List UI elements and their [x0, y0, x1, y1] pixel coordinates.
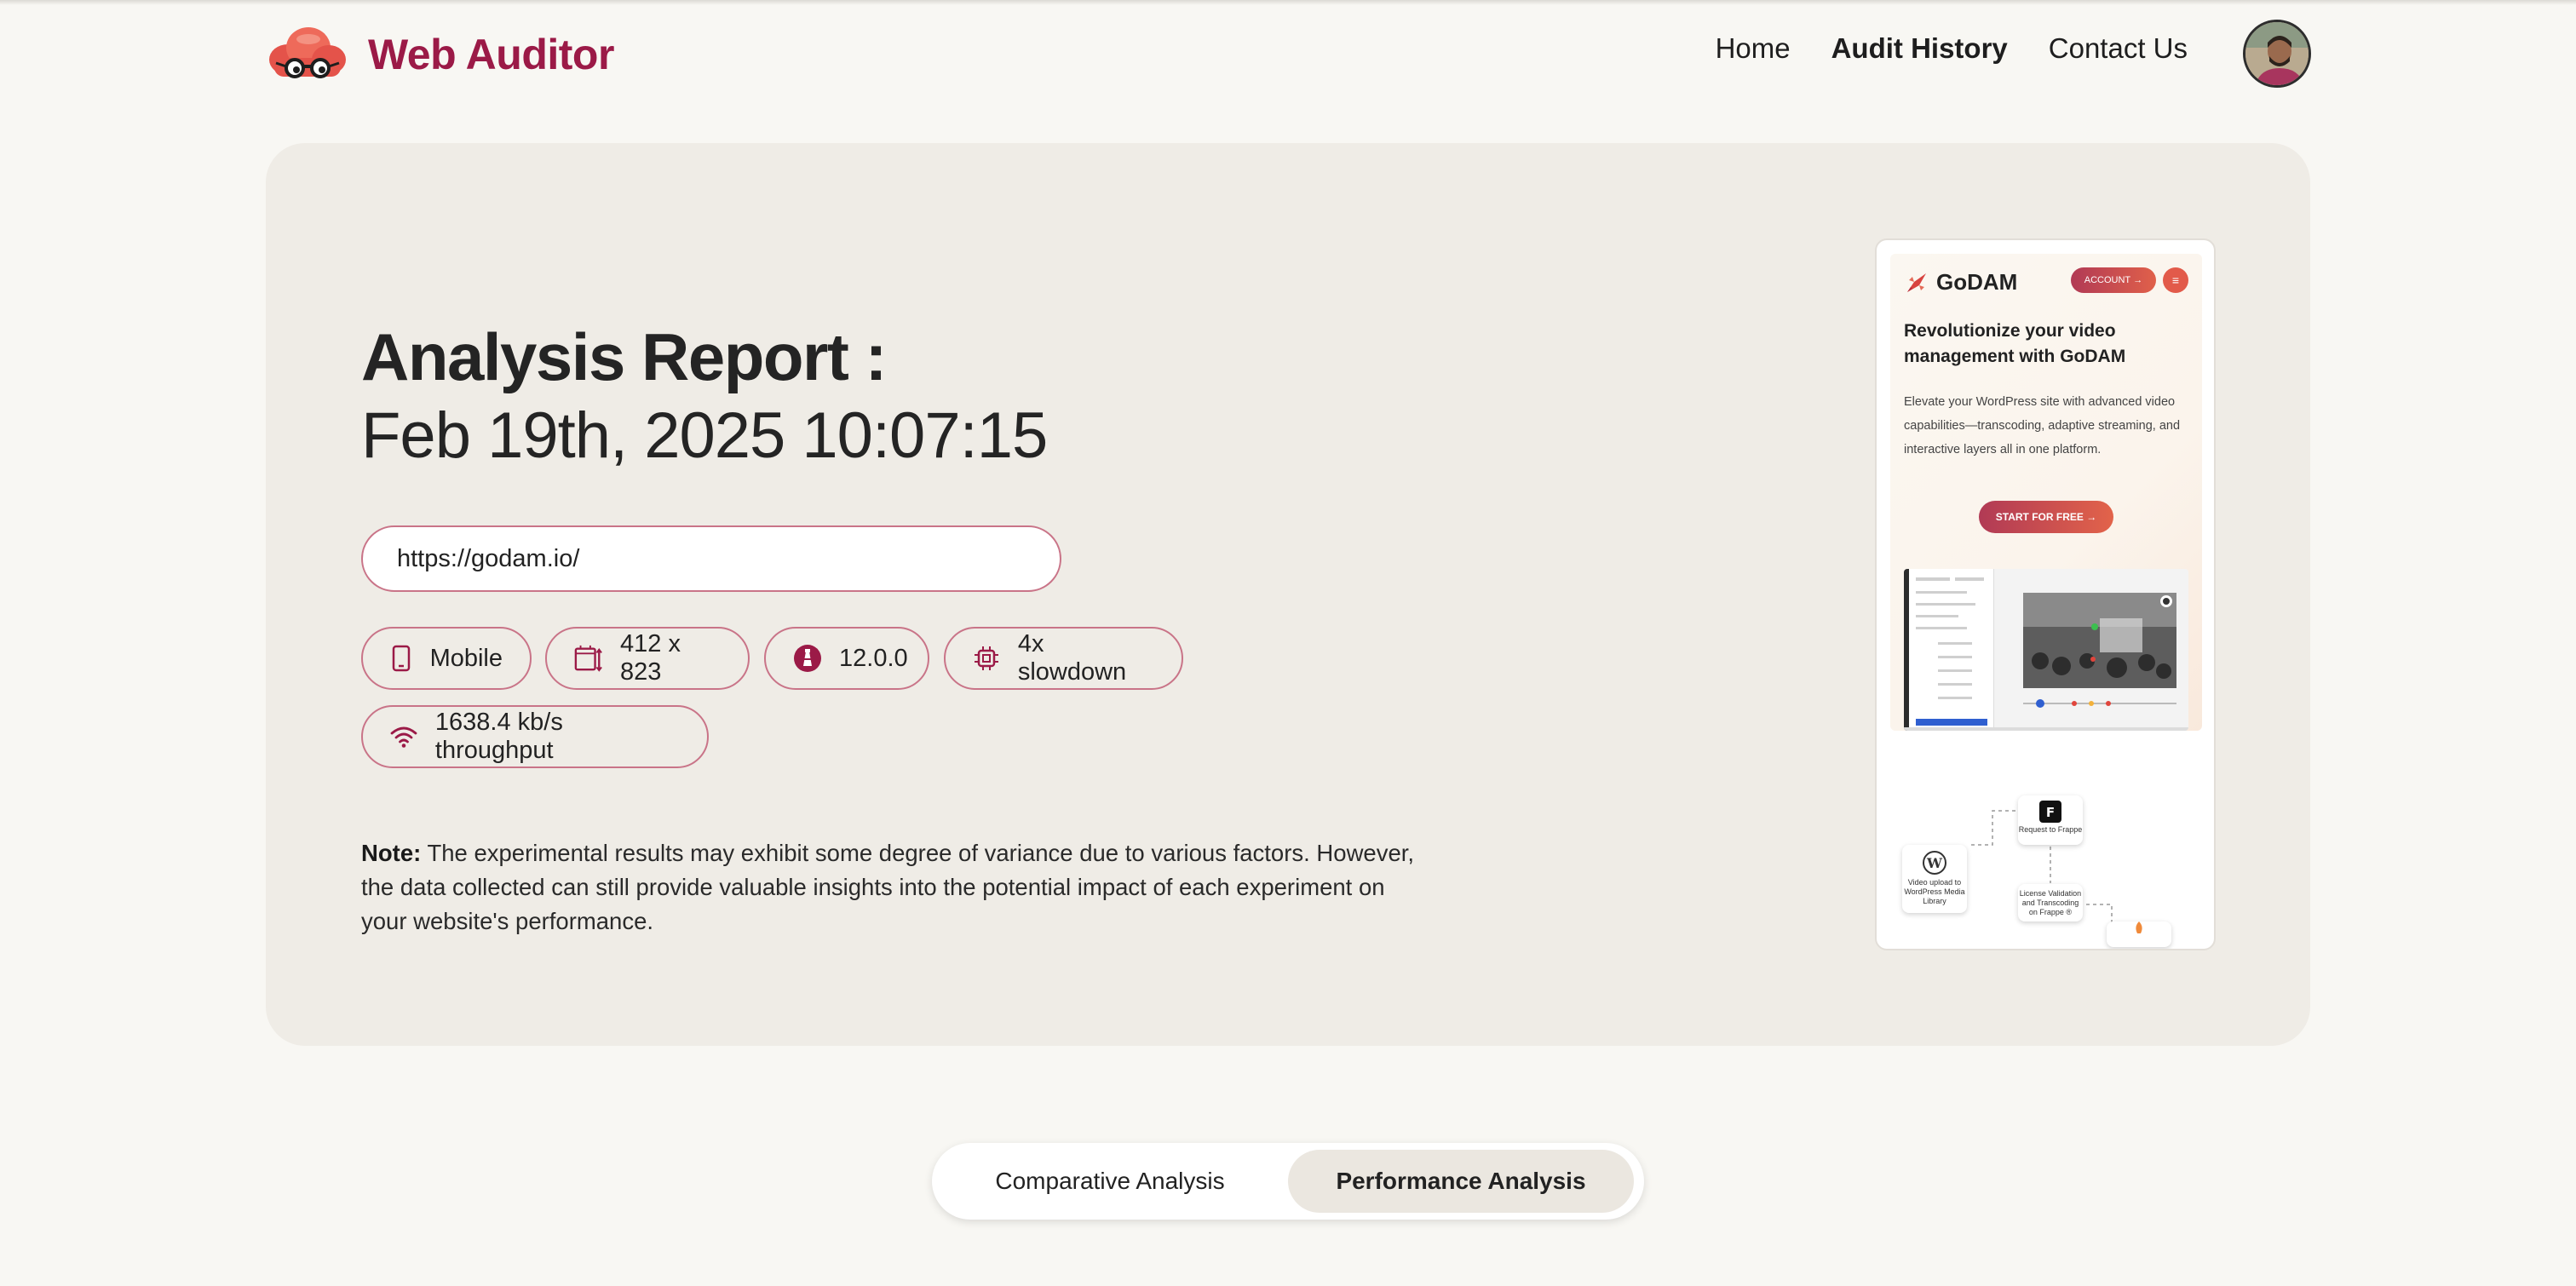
- svg-text:F: F: [2046, 805, 2055, 820]
- site-header: Web Auditor Home Audit History Contact U…: [0, 0, 2576, 109]
- preview-hero: GoDAM ACCOUNT → ≡ Revolutionize your vid…: [1890, 254, 2202, 731]
- mobile-device-icon: [390, 644, 413, 673]
- preview-account-button: ACCOUNT →: [2071, 267, 2156, 293]
- flame-icon: [2136, 921, 2142, 933]
- preview-body: Elevate your WordPress site with advance…: [1904, 395, 2181, 456]
- workflow-node-license: License Validation and Transcoding on Fr…: [2018, 884, 2083, 921]
- note-text: The experimental results may exhibit som…: [361, 840, 1415, 934]
- network-chip: 1638.4 kb/s throughput: [361, 705, 709, 768]
- svg-text:W: W: [1926, 855, 1943, 871]
- report-title: Analysis Report :: [361, 319, 887, 394]
- cpu-throttle-chip: 4x slowdown: [944, 627, 1183, 690]
- workflow-node-wordpress: W Video upload to WordPress Media Librar…: [1902, 845, 1967, 913]
- network-label: 1638.4 kb/s throughput: [434, 709, 563, 764]
- report-datetime: Feb 19th, 2025 10:07:15: [361, 399, 1048, 472]
- url-field[interactable]: [361, 525, 1061, 592]
- preview-settings-panel: [1904, 569, 1994, 731]
- preview-cta-button: START FOR FREE →: [1979, 501, 2113, 533]
- user-photo-icon: [2245, 22, 2309, 85]
- cpu-throttle-label: 4x slowdown: [1017, 630, 1127, 686]
- brand[interactable]: Web Auditor: [266, 22, 614, 87]
- viewport-chip: 412 x 823: [545, 627, 750, 690]
- analysis-tabs: Comparative Analysis Performance Analysi…: [932, 1143, 1644, 1220]
- lighthouse-icon: [793, 644, 822, 673]
- cpu-chip-icon: [973, 644, 1001, 673]
- preview-menu-icon: ≡: [2163, 267, 2188, 293]
- preview-app-screenshot: [1904, 569, 2188, 731]
- wordpress-icon: W: [1923, 851, 1946, 875]
- frappe-icon: F: [2039, 801, 2061, 823]
- device-chip: Mobile: [361, 627, 532, 690]
- nav-contact-link[interactable]: Contact Us: [2049, 32, 2188, 65]
- preview-workflow-diagram: W Video upload to WordPress Media Librar…: [1890, 751, 2202, 947]
- tab-performance-analysis[interactable]: Performance Analysis: [1288, 1150, 1634, 1213]
- preview-headline: Revolutionize your video management with…: [1904, 321, 2126, 366]
- page-screenshot-preview: GoDAM ACCOUNT → ≡ Revolutionize your vid…: [1875, 238, 2216, 950]
- tab-comparative-analysis[interactable]: Comparative Analysis: [942, 1150, 1278, 1213]
- user-avatar[interactable]: [2243, 20, 2311, 88]
- lighthouse-version-chip: 12.0.0: [764, 627, 929, 690]
- preview-video-frame: [2023, 593, 2176, 688]
- preview-logo: GoDAM: [1904, 269, 2017, 296]
- nav-home-link[interactable]: Home: [1716, 32, 1791, 65]
- lighthouse-version-label: 12.0.0: [839, 644, 908, 672]
- disclaimer-note: Note: The experimental results may exhib…: [361, 836, 1417, 939]
- workflow-node-frappe: F Request to Frappe: [2018, 795, 2083, 845]
- device-label: Mobile: [429, 644, 503, 672]
- main-nav: Home Audit History Contact Us: [1675, 32, 2188, 65]
- brand-name: Web Auditor: [368, 31, 614, 78]
- viewport-resize-icon: [574, 644, 603, 673]
- note-label: Note:: [361, 840, 422, 866]
- nav-audit-history-link[interactable]: Audit History: [1831, 32, 2008, 65]
- wifi-icon: [390, 722, 418, 751]
- preview-timeline: [2023, 699, 2176, 708]
- viewport-label: 412 x 823: [620, 630, 681, 686]
- preview-logo-text: GoDAM: [1936, 269, 2018, 295]
- cloud-glasses-logo-icon: [269, 27, 346, 78]
- godam-rocket-icon: [1907, 273, 1926, 292]
- workflow-node-partial: [2107, 921, 2171, 947]
- report-hero-card: Analysis Report : Feb 19th, 2025 10:07:1…: [266, 143, 2310, 1046]
